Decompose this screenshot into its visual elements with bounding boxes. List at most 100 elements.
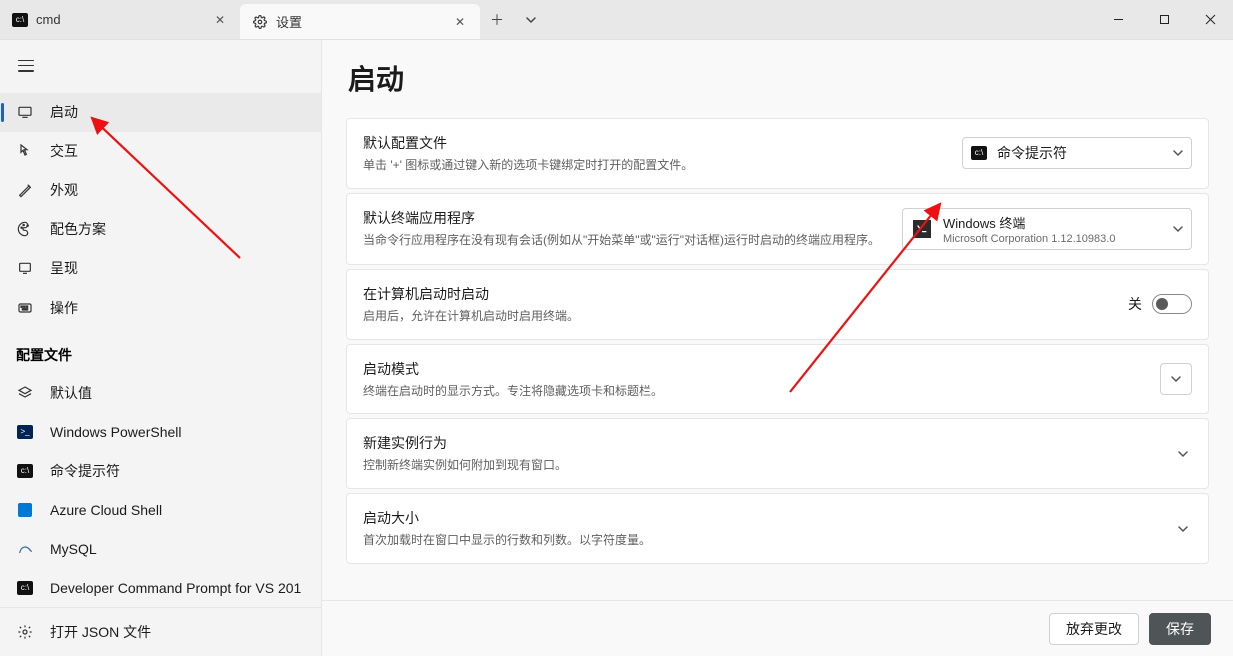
- chevron-down-icon: [1173, 148, 1183, 158]
- discard-button[interactable]: 放弃更改: [1049, 613, 1139, 645]
- hamburger-button[interactable]: [6, 46, 46, 85]
- sidebar-profile-devcmd[interactable]: c:\ Developer Command Prompt for VS 201: [0, 568, 321, 607]
- card-title: 默认配置文件: [363, 133, 946, 153]
- setting-default-terminal: 默认终端应用程序 当命令行应用程序在没有现有会话(例如从"开始菜单"或"运行"对…: [346, 193, 1209, 265]
- tab-settings[interactable]: 设置 ✕: [240, 4, 480, 39]
- setting-default-profile: 默认配置文件 单击 '+' 图标或通过键入新的选项卡键绑定时打开的配置文件。 c…: [346, 118, 1209, 189]
- layers-icon: [16, 384, 34, 402]
- content: 启动 默认配置文件 单击 '+' 图标或通过键入新的选项卡键绑定时打开的配置文件…: [322, 40, 1233, 656]
- sidebar-item-label: MySQL: [50, 541, 97, 557]
- tab-cmd[interactable]: c:\ cmd ✕: [0, 0, 240, 39]
- sidebar-item-label: 启动: [50, 102, 78, 122]
- sidebar-item-label: 外观: [50, 180, 78, 200]
- sidebar-item-label: 操作: [50, 298, 78, 318]
- sidebar-item-appearance[interactable]: 外观: [0, 171, 321, 210]
- launch-on-startup-toggle[interactable]: [1152, 294, 1192, 314]
- chevron-down-icon: [1178, 449, 1192, 459]
- card-desc: 单击 '+' 图标或通过键入新的选项卡键绑定时打开的配置文件。: [363, 157, 946, 174]
- sidebar-item-label: 交互: [50, 141, 78, 161]
- minimize-button[interactable]: [1095, 0, 1141, 39]
- cmd-icon: c:\: [16, 462, 34, 480]
- hamburger-icon: [18, 60, 34, 72]
- toggle-wrap: 关: [1128, 294, 1192, 314]
- setting-launch-size[interactable]: 启动大小 首次加载时在窗口中显示的行数和列数。以字符度量。: [346, 493, 1209, 564]
- sidebar-section-header: 配置文件: [0, 327, 321, 373]
- dropdown-value: Windows 终端 Microsoft Corporation 1.12.10…: [943, 213, 1161, 245]
- default-profile-dropdown[interactable]: c:\ 命令提示符: [962, 137, 1192, 169]
- color-icon: [16, 220, 34, 238]
- dropdown-value-sub: Microsoft Corporation 1.12.10983.0: [943, 233, 1161, 245]
- sidebar-open-json[interactable]: 打开 JSON 文件: [0, 607, 321, 656]
- tab-label: cmd: [36, 12, 61, 27]
- titlebar-drag[interactable]: [548, 0, 1095, 39]
- window-controls: [1095, 0, 1233, 39]
- card-title: 启动模式: [363, 359, 1144, 379]
- sidebar-item-label: 呈现: [50, 258, 78, 278]
- setting-launch-mode[interactable]: 启动模式 终端在启动时的显示方式。专注将隐藏选项卡和标题栏。: [346, 344, 1209, 415]
- toggle-label: 关: [1128, 294, 1142, 314]
- sidebar-profile-powershell[interactable]: >_ Windows PowerShell: [0, 412, 321, 451]
- actions-icon: [16, 299, 34, 317]
- sidebar-profile-cmd[interactable]: c:\ 命令提示符: [0, 451, 321, 490]
- page-title: 启动: [346, 58, 1209, 98]
- card-text: 启动模式 终端在启动时的显示方式。专注将隐藏选项卡和标题栏。: [363, 359, 1144, 400]
- sidebar-profile-azure[interactable]: Azure Cloud Shell: [0, 490, 321, 529]
- sidebar-item-interaction[interactable]: 交互: [0, 132, 321, 171]
- save-button[interactable]: 保存: [1149, 613, 1211, 645]
- gear-icon: [16, 623, 34, 641]
- card-text: 默认终端应用程序 当命令行应用程序在没有现有会话(例如从"开始菜单"或"运行"对…: [363, 208, 886, 249]
- card-title: 新建实例行为: [363, 433, 1162, 453]
- new-tab-button[interactable]: ＋: [480, 0, 514, 39]
- sidebar-item-label: 配色方案: [50, 219, 106, 239]
- chevron-down-icon: [1173, 224, 1183, 234]
- azure-icon: [16, 501, 34, 519]
- card-title: 启动大小: [363, 508, 1162, 528]
- card-text: 启动大小 首次加载时在窗口中显示的行数和列数。以字符度量。: [363, 508, 1162, 549]
- gear-icon: [252, 14, 268, 30]
- dropdown-value: 命令提示符: [997, 143, 1067, 163]
- sidebar-item-label: 默认值: [50, 383, 92, 403]
- card-desc: 控制新终端实例如何附加到现有窗口。: [363, 457, 1162, 474]
- tab-label: 设置: [276, 12, 302, 31]
- card-title: 在计算机启动时启动: [363, 284, 1112, 304]
- sidebar-item-rendering[interactable]: 呈现: [0, 249, 321, 288]
- setting-new-instance[interactable]: 新建实例行为 控制新终端实例如何附加到现有窗口。: [346, 418, 1209, 489]
- sidebar-item-color-schemes[interactable]: 配色方案: [0, 210, 321, 249]
- appearance-icon: [16, 181, 34, 199]
- sidebar: 启动 交互 外观 配色方案 呈现: [0, 40, 322, 656]
- sidebar-item-label: Windows PowerShell: [50, 424, 182, 440]
- tab-dropdown-button[interactable]: [514, 0, 548, 39]
- dropdown-value-title: Windows 终端: [943, 213, 1161, 232]
- expand-button[interactable]: [1160, 363, 1192, 395]
- content-scroll[interactable]: 启动 默认配置文件 单击 '+' 图标或通过键入新的选项卡键绑定时打开的配置文件…: [322, 40, 1233, 600]
- sidebar-profile-mysql[interactable]: MySQL: [0, 529, 321, 568]
- sidebar-profile-defaults[interactable]: 默认值: [0, 373, 321, 412]
- main: 启动 交互 外观 配色方案 呈现: [0, 40, 1233, 656]
- card-desc: 终端在启动时的显示方式。专注将隐藏选项卡和标题栏。: [363, 383, 1144, 400]
- card-desc: 首次加载时在窗口中显示的行数和列数。以字符度量。: [363, 532, 1162, 549]
- card-text: 在计算机启动时启动 启用后，允许在计算机启动时启用终端。: [363, 284, 1112, 325]
- titlebar: c:\ cmd ✕ 设置 ✕ ＋: [0, 0, 1233, 40]
- close-button[interactable]: [1187, 0, 1233, 39]
- mysql-icon: [16, 540, 34, 558]
- close-icon[interactable]: ✕: [210, 10, 230, 30]
- maximize-button[interactable]: [1141, 0, 1187, 39]
- footer: 放弃更改 保存: [322, 600, 1233, 656]
- cmd-icon: c:\: [12, 12, 28, 28]
- rendering-icon: [16, 259, 34, 277]
- sidebar-item-label: 命令提示符: [50, 461, 120, 481]
- interaction-icon: [16, 142, 34, 160]
- sidebar-item-actions[interactable]: 操作: [0, 288, 321, 327]
- sidebar-item-label: Developer Command Prompt for VS 201: [50, 580, 301, 596]
- cmd-icon: c:\: [971, 146, 987, 160]
- close-icon[interactable]: ✕: [450, 12, 470, 32]
- default-terminal-dropdown[interactable]: Windows 终端 Microsoft Corporation 1.12.10…: [902, 208, 1192, 250]
- sidebar-item-startup[interactable]: 启动: [0, 93, 321, 132]
- card-title: 默认终端应用程序: [363, 208, 886, 228]
- card-text: 默认配置文件 单击 '+' 图标或通过键入新的选项卡键绑定时打开的配置文件。: [363, 133, 946, 174]
- sidebar-item-label: Azure Cloud Shell: [50, 502, 162, 518]
- cmd-icon: c:\: [16, 579, 34, 597]
- card-desc: 当命令行应用程序在没有现有会话(例如从"开始菜单"或"运行"对话框)运行时启动的…: [363, 232, 886, 249]
- card-desc: 启用后，允许在计算机启动时启用终端。: [363, 308, 1112, 325]
- windows-terminal-icon: [913, 220, 931, 238]
